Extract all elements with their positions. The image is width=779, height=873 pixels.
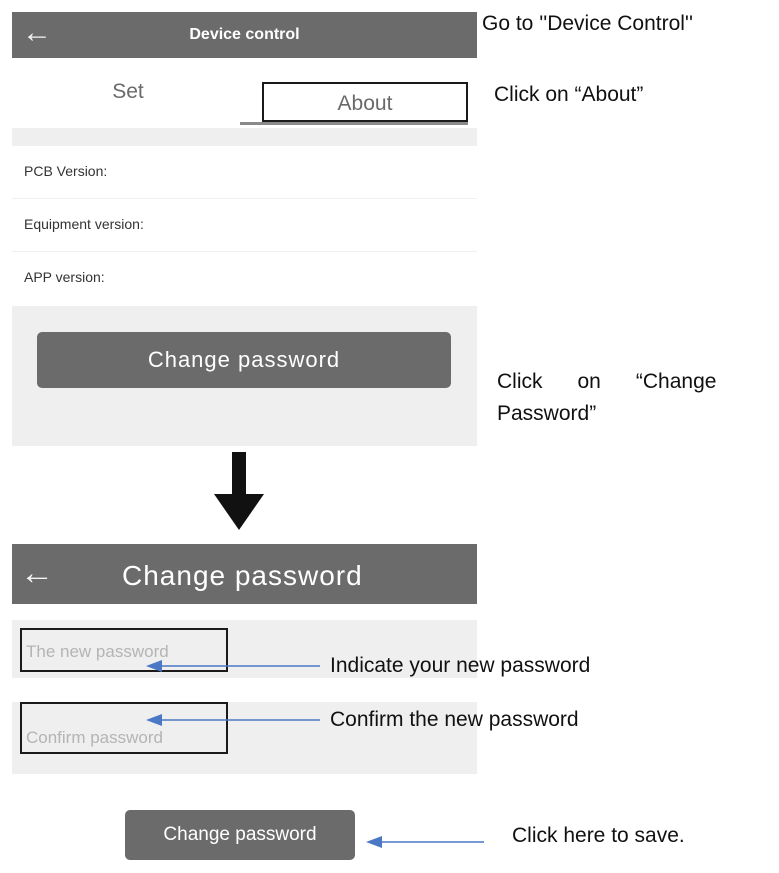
annotation-arrows xyxy=(146,660,484,848)
confirm-password-pointer-arrow xyxy=(146,714,320,726)
save-pointer-arrow xyxy=(366,836,484,848)
new-password-pointer-arrow xyxy=(146,660,320,672)
